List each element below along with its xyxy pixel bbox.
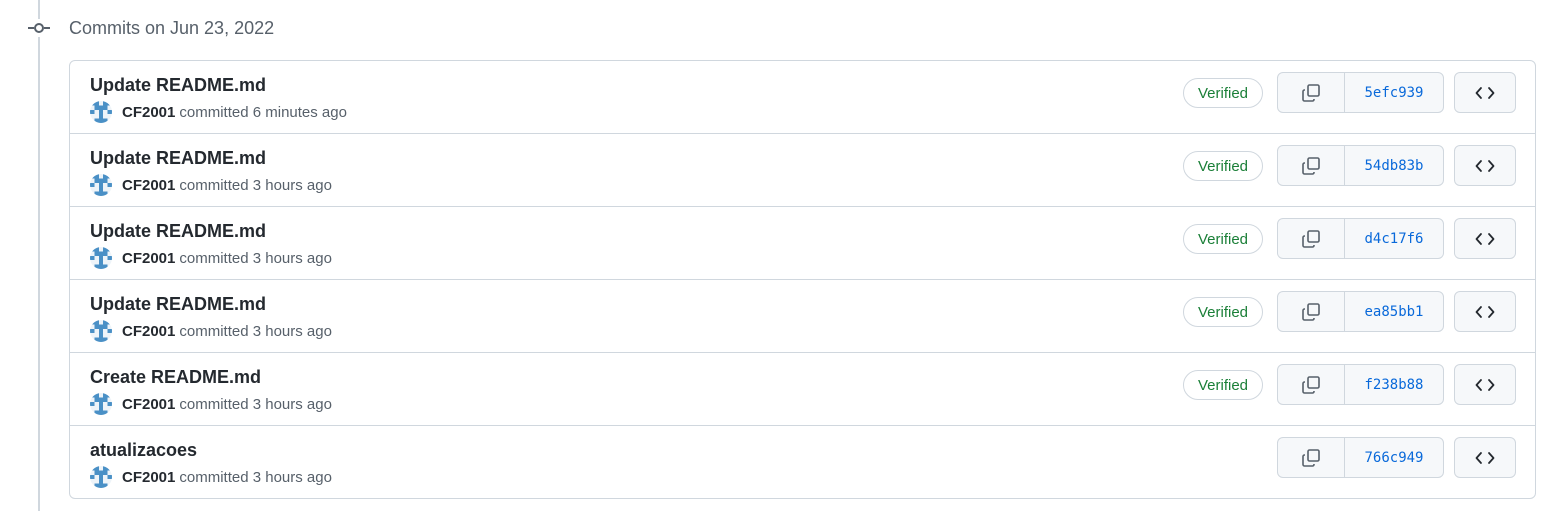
commit-action-text: committed xyxy=(179,395,249,413)
browse-repository-button[interactable] xyxy=(1454,145,1516,186)
copy-icon xyxy=(1301,229,1321,249)
author-avatar[interactable] xyxy=(90,393,112,415)
copy-icon xyxy=(1301,375,1321,395)
copy-sha-button[interactable] xyxy=(1278,219,1345,258)
copy-sha-button[interactable] xyxy=(1278,438,1345,477)
commit-action-text: committed xyxy=(179,103,249,121)
commit-time: 3 hours ago xyxy=(252,322,332,340)
copy-icon xyxy=(1301,156,1321,176)
commit-row: Update README.md CF2001 committed 3 hour… xyxy=(70,134,1535,207)
commit-meta: CF2001 committed 6 minutes ago xyxy=(90,101,347,123)
code-icon xyxy=(1475,231,1495,247)
sha-button-group: 766c949 xyxy=(1277,437,1444,478)
browse-repository-button[interactable] xyxy=(1454,72,1516,113)
commit-sha-link[interactable]: ea85bb1 xyxy=(1345,292,1443,331)
commit-meta: CF2001 committed 3 hours ago xyxy=(90,174,332,196)
commit-sha-link[interactable]: 54db83b xyxy=(1345,146,1443,185)
code-icon xyxy=(1475,450,1495,466)
commit-author-link[interactable]: CF2001 xyxy=(122,104,175,121)
commit-row: Update README.md CF2001 committed 3 hour… xyxy=(70,280,1535,353)
copy-icon xyxy=(1301,83,1321,103)
commit-meta: CF2001 committed 3 hours ago xyxy=(90,247,332,269)
commit-title-link[interactable]: Update README.md xyxy=(90,220,266,242)
commit-time: 3 hours ago xyxy=(252,468,332,486)
copy-icon xyxy=(1301,302,1321,322)
sha-button-group: d4c17f6 xyxy=(1277,218,1444,259)
code-icon xyxy=(1475,377,1495,393)
copy-sha-button[interactable] xyxy=(1278,292,1345,331)
commit-row: Update README.md CF2001 committed 6 minu… xyxy=(70,61,1535,134)
verified-badge[interactable]: Verified xyxy=(1183,224,1263,254)
browse-repository-button[interactable] xyxy=(1454,364,1516,405)
sha-button-group: 5efc939 xyxy=(1277,72,1444,113)
commit-time: 3 hours ago xyxy=(252,395,332,413)
author-avatar[interactable] xyxy=(90,466,112,488)
git-commit-icon xyxy=(28,19,50,37)
commit-sha-link[interactable]: d4c17f6 xyxy=(1345,219,1443,258)
copy-sha-button[interactable] xyxy=(1278,73,1345,112)
commit-author-link[interactable]: CF2001 xyxy=(122,250,175,267)
commit-row: Create README.md CF2001 committed 3 hour… xyxy=(70,353,1535,426)
commit-action-text: committed xyxy=(179,468,249,486)
commit-author-link[interactable]: CF2001 xyxy=(122,396,175,413)
code-icon xyxy=(1475,158,1495,174)
commit-sha-link[interactable]: f238b88 xyxy=(1345,365,1443,404)
code-icon xyxy=(1475,85,1495,101)
author-avatar[interactable] xyxy=(90,247,112,269)
commit-meta: CF2001 committed 3 hours ago xyxy=(90,393,332,415)
commits-date-heading: Commits on Jun 23, 2022 xyxy=(69,18,275,38)
author-avatar[interactable] xyxy=(90,174,112,196)
author-avatar[interactable] xyxy=(90,101,112,123)
verified-badge[interactable]: Verified xyxy=(1183,151,1263,181)
commit-time: 6 minutes ago xyxy=(252,103,347,121)
commit-author-link[interactable]: CF2001 xyxy=(122,323,175,340)
verified-badge[interactable]: Verified xyxy=(1183,78,1263,108)
commit-action-text: committed xyxy=(179,322,249,340)
commit-meta: CF2001 committed 3 hours ago xyxy=(90,320,332,342)
commit-title-link[interactable]: Create README.md xyxy=(90,366,261,388)
copy-sha-button[interactable] xyxy=(1278,365,1345,404)
sha-button-group: 54db83b xyxy=(1277,145,1444,186)
sha-button-group: f238b88 xyxy=(1277,364,1444,405)
browse-repository-button[interactable] xyxy=(1454,291,1516,332)
browse-repository-button[interactable] xyxy=(1454,218,1516,259)
commit-action-text: committed xyxy=(179,176,249,194)
commit-time: 3 hours ago xyxy=(252,176,332,194)
browse-repository-button[interactable] xyxy=(1454,437,1516,478)
commit-row: atualizacoes CF2001 committed 3 hours ag… xyxy=(70,426,1535,498)
commit-meta: CF2001 committed 3 hours ago xyxy=(90,466,332,488)
commit-title-link[interactable]: atualizacoes xyxy=(90,439,197,461)
author-avatar[interactable] xyxy=(90,320,112,342)
commit-sha-link[interactable]: 766c949 xyxy=(1345,438,1443,477)
commit-title-link[interactable]: Update README.md xyxy=(90,74,266,96)
sha-button-group: ea85bb1 xyxy=(1277,291,1444,332)
commit-row: Update README.md CF2001 committed 3 hour… xyxy=(70,207,1535,280)
copy-sha-button[interactable] xyxy=(1278,146,1345,185)
commit-time: 3 hours ago xyxy=(252,249,332,267)
timeline-line xyxy=(38,0,40,511)
commit-author-link[interactable]: CF2001 xyxy=(122,177,175,194)
commit-author-link[interactable]: CF2001 xyxy=(122,469,175,486)
commit-list: Update README.md CF2001 committed 6 minu… xyxy=(69,60,1536,499)
commit-sha-link[interactable]: 5efc939 xyxy=(1345,73,1443,112)
code-icon xyxy=(1475,304,1495,320)
commit-title-link[interactable]: Update README.md xyxy=(90,147,266,169)
verified-badge[interactable]: Verified xyxy=(1183,297,1263,327)
commit-action-text: committed xyxy=(179,249,249,267)
verified-badge[interactable]: Verified xyxy=(1183,370,1263,400)
copy-icon xyxy=(1301,448,1321,468)
commit-title-link[interactable]: Update README.md xyxy=(90,293,266,315)
